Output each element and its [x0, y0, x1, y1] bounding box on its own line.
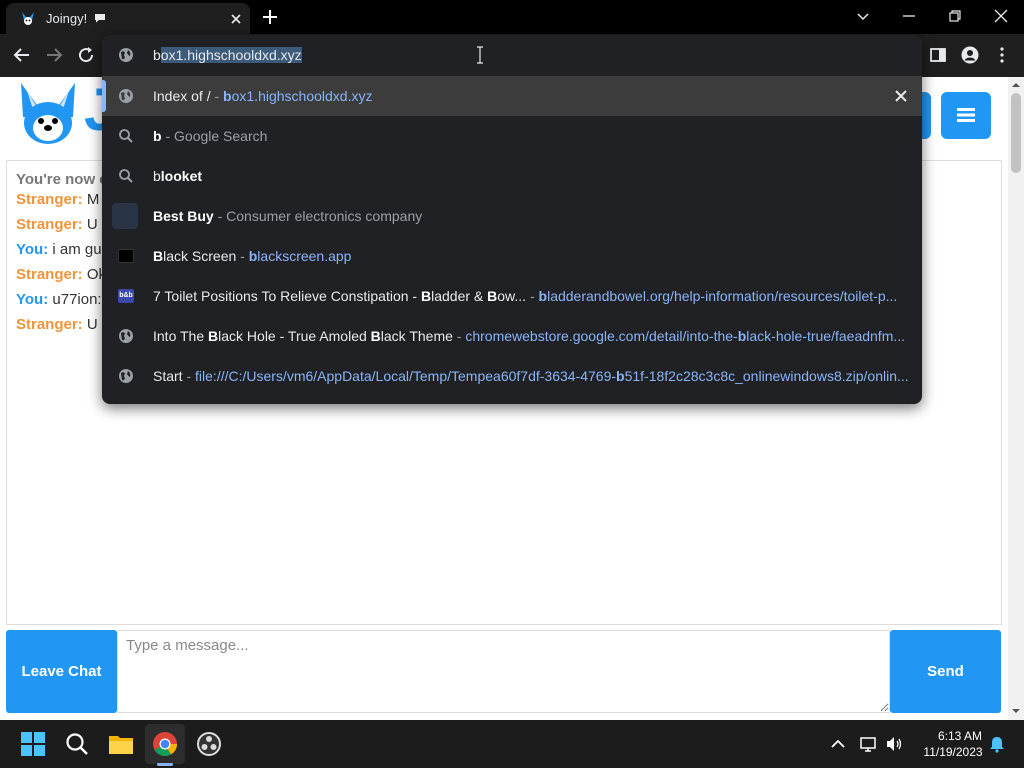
suggestion-row[interactable]: b - Google Search	[102, 116, 922, 156]
minimize-icon[interactable]	[901, 8, 917, 24]
reload-icon[interactable]	[76, 45, 96, 65]
suggestion-text: blooket	[153, 168, 203, 184]
search-icon	[119, 129, 133, 143]
chat-sender: You:	[16, 241, 49, 258]
suggestion-row[interactable]: blooket	[102, 156, 922, 196]
remove-suggestion-icon[interactable]	[894, 89, 908, 103]
close-tab-icon[interactable]	[228, 11, 244, 27]
text-cursor-icon	[477, 46, 483, 64]
chat-text: i am gue	[48, 241, 110, 258]
suggestion-text: b - Google Search	[153, 128, 268, 144]
tab-joingy[interactable]: Joingy!	[6, 3, 250, 34]
windows-start-icon[interactable]	[20, 731, 46, 757]
suggestion-row[interactable]: Start - file:///C:/Users/vm6/AppData/Loc…	[102, 356, 922, 396]
chat-message: Stranger: Ok	[16, 266, 106, 283]
globe-icon	[119, 329, 133, 343]
windows-taskbar: 6:13 AM 11/19/2023	[0, 720, 1024, 768]
globe-icon	[119, 48, 133, 62]
scrollbar-thumb[interactable]	[1011, 93, 1021, 173]
clock-time[interactable]: 6:13 AM	[930, 729, 990, 743]
chat-message: Stranger: U l	[16, 216, 105, 233]
more-menu-icon[interactable]	[993, 46, 1011, 64]
chat-sender: You:	[16, 291, 49, 308]
chat-message: Stranger: U l	[16, 316, 105, 333]
message-input[interactable]	[117, 630, 890, 713]
suggestion-text: 7 Toilet Positions To Relieve Constipati…	[153, 288, 898, 304]
globe-icon	[119, 369, 133, 383]
suggestion-row[interactable]: b&b 7 Toilet Positions To Relieve Consti…	[102, 276, 922, 316]
chat-message: You: i am gue	[16, 241, 110, 258]
show-hidden-icons-chevron-icon[interactable]	[829, 735, 847, 753]
back-arrow-icon[interactable]	[12, 45, 32, 65]
chat-message: You: u77ion:	[16, 291, 102, 308]
scroll-down-icon[interactable]	[1012, 707, 1020, 715]
suggestion-row[interactable]: Best Buy - Consumer electronics company	[102, 196, 922, 236]
scroll-up-icon[interactable]	[1012, 81, 1020, 89]
leave-chat-button[interactable]: Leave Chat	[6, 630, 117, 713]
chat-status: You're now c	[16, 171, 108, 188]
chat-text: M	[82, 191, 100, 208]
suggestion-row[interactable]: Black Screen - blackscreen.app	[102, 236, 922, 276]
suggestion-row[interactable]: Into The Black Hole - True Amoled Black …	[102, 316, 922, 356]
notification-bell-icon[interactable]	[988, 735, 1006, 753]
search-icon	[119, 169, 133, 183]
obs-icon[interactable]	[196, 731, 222, 757]
bunny-logo-icon	[21, 83, 75, 144]
omnibox-dropdown: box1.highschooldxd.xyz Index of / - box1…	[102, 35, 922, 404]
profile-avatar-icon[interactable]	[961, 46, 979, 64]
forward-arrow-icon[interactable]	[44, 45, 64, 65]
hamburger-menu-button[interactable]	[941, 92, 991, 139]
send-button[interactable]: Send	[890, 630, 1001, 713]
suggestion-text: Start - file:///C:/Users/vm6/AppData/Loc…	[153, 368, 909, 384]
tab-search-chevron-icon[interactable]	[855, 8, 871, 24]
volume-icon[interactable]	[885, 735, 903, 753]
chat-sender: Stranger:	[16, 316, 83, 333]
search-icon[interactable]	[64, 731, 90, 757]
chat-sender: Stranger:	[16, 266, 83, 283]
close-window-icon[interactable]	[993, 8, 1009, 24]
network-icon[interactable]	[860, 735, 878, 753]
suggestion-text: Index of / - box1.highschooldxd.xyz	[153, 88, 373, 104]
active-app-indicator	[157, 763, 173, 766]
typed-text: b	[153, 47, 161, 63]
new-tab-icon[interactable]	[261, 8, 279, 26]
suggestion-row[interactable]: Index of / - box1.highschooldxd.xyz	[102, 76, 922, 116]
bladder-bowel-favicon-icon: b&b	[118, 289, 134, 303]
autocomplete-selection: ox1.highschooldxd.xyz	[160, 47, 302, 63]
side-panel-icon[interactable]	[929, 46, 947, 64]
file-explorer-icon[interactable]	[108, 731, 134, 757]
clock-date[interactable]: 11/19/2023	[918, 745, 988, 759]
hamburger-icon	[957, 108, 975, 122]
globe-icon	[119, 89, 133, 103]
suggestion-text: Best Buy - Consumer electronics company	[153, 208, 423, 224]
tab-strip: Joingy!	[0, 0, 1024, 34]
black-screen-favicon-icon	[118, 249, 134, 263]
suggestion-text: Into The Black Hole - True Amoled Black …	[153, 328, 906, 344]
address-input-text[interactable]: box1.highschooldxd.xyz	[153, 47, 302, 63]
chat-sender: Stranger:	[16, 191, 83, 208]
chat-message: Stranger: M	[16, 191, 99, 208]
page-scrollbar[interactable]	[1008, 77, 1024, 720]
chrome-icon[interactable]	[152, 731, 178, 757]
best-buy-thumbnail-icon	[112, 203, 138, 229]
chat-bubble-icon	[95, 14, 105, 23]
chat-sender: Stranger:	[16, 216, 83, 233]
address-bar[interactable]: box1.highschooldxd.xyz	[102, 35, 922, 76]
joingy-favicon-icon	[22, 12, 34, 25]
restore-icon[interactable]	[947, 8, 963, 24]
tab-title: Joingy!	[46, 11, 88, 26]
suggestion-text: Black Screen - blackscreen.app	[153, 248, 352, 264]
chat-text: u77ion:	[48, 291, 102, 308]
